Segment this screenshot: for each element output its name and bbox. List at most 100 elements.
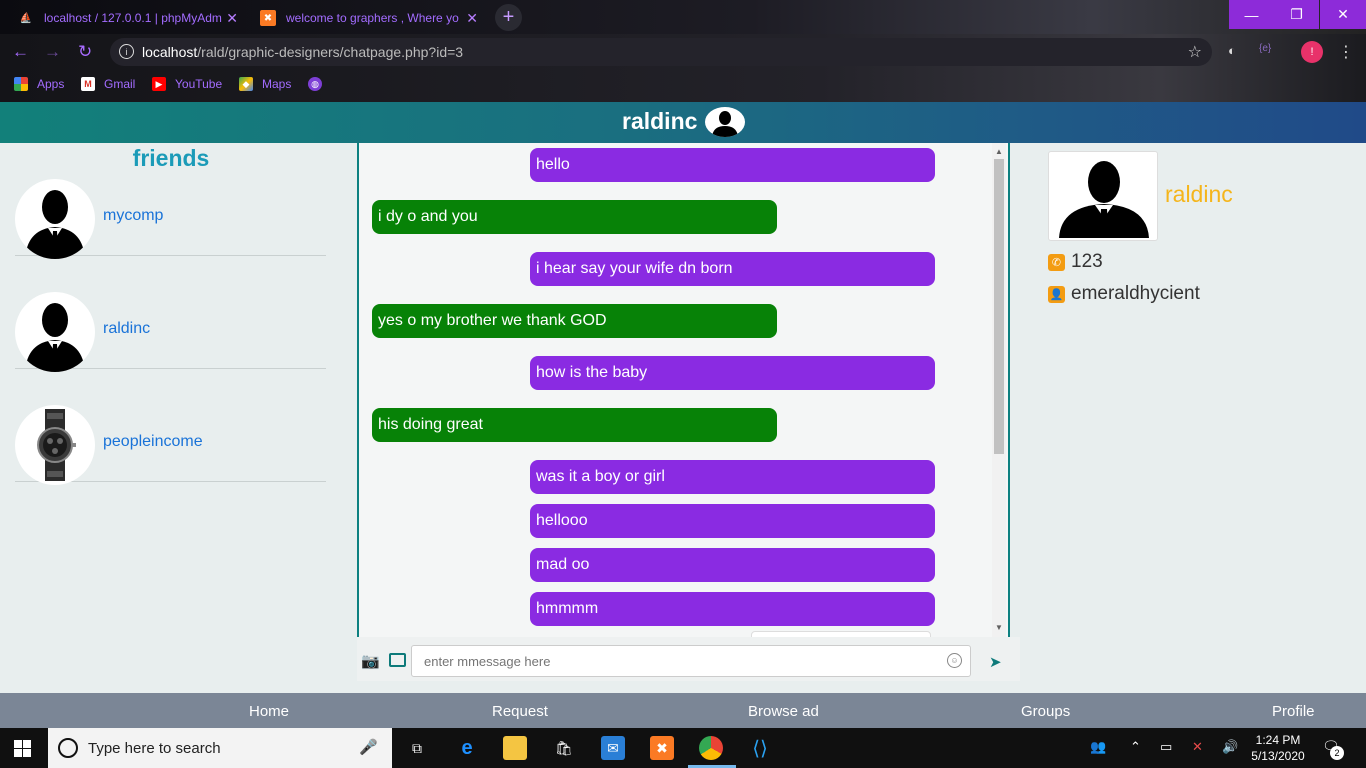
avatar xyxy=(1048,151,1158,241)
avatar xyxy=(15,179,95,259)
friend-name[interactable]: raldinc xyxy=(103,320,150,338)
image-icon[interactable] xyxy=(389,653,406,667)
wristwatch-image xyxy=(37,409,76,481)
network-icon[interactable]: ✕ xyxy=(1192,739,1203,755)
tab-title: localhost / 127.0.0.1 | phpMyAdm xyxy=(44,11,222,25)
action-center-icon[interactable]: 🗨 2 xyxy=(1322,738,1344,760)
xampp-icon: ✖ xyxy=(260,10,276,26)
new-tab-button[interactable]: + xyxy=(495,4,522,31)
taskbar-clock[interactable]: 1:24 PM 5/13/2020 xyxy=(1250,732,1306,764)
chat-scrollbar[interactable]: ▲ ▼ xyxy=(992,143,1006,637)
bookmark-globe[interactable]: ◍ xyxy=(308,77,331,91)
bookmark-youtube[interactable]: ▶ YouTube xyxy=(152,77,222,91)
phone-value: 123 xyxy=(1071,251,1103,272)
globe-icon: ◍ xyxy=(308,77,322,91)
message-sent: i hear say your wife dn born xyxy=(530,252,935,286)
bottom-nav: Home Request Browse ad Groups Profile xyxy=(0,693,1366,728)
phpmyadmin-icon: ⛵ xyxy=(19,12,33,24)
bookmark-apps[interactable]: Apps xyxy=(14,77,64,91)
close-tab-icon[interactable]: ✕ xyxy=(226,10,238,27)
scroll-up-icon[interactable]: ▲ xyxy=(995,147,1003,156)
back-arrow-icon[interactable]: ← xyxy=(12,42,29,62)
reload-icon[interactable]: ↻ xyxy=(78,42,92,62)
extension-icon[interactable]: {e} xyxy=(1259,43,1271,54)
message-sent: mad oo xyxy=(530,548,935,582)
avatar xyxy=(15,405,95,485)
notification-count: 2 xyxy=(1330,746,1344,760)
avatar xyxy=(15,292,95,372)
nav-profile[interactable]: Profile xyxy=(1272,703,1315,720)
forward-arrow-icon[interactable]: → xyxy=(44,42,61,62)
profile-avatar[interactable]: ! xyxy=(1301,41,1323,63)
windows-start-icon[interactable] xyxy=(14,740,31,757)
xampp-icon[interactable]: ✖ xyxy=(650,736,674,760)
bookmark-star-icon[interactable]: ☆ xyxy=(1188,42,1202,62)
people-icon[interactable]: 👥 xyxy=(1090,739,1106,755)
message-received: yes o my brother we thank GOD xyxy=(372,304,777,338)
message-sent: was it a boy or girl xyxy=(530,460,935,494)
minimize-button[interactable]: — xyxy=(1229,0,1274,29)
profile-name: raldinc xyxy=(1165,181,1233,207)
menu-kebab-icon[interactable]: ⋮ xyxy=(1338,42,1354,62)
nav-groups[interactable]: Groups xyxy=(1021,703,1070,720)
bookmark-label: Gmail xyxy=(104,77,136,91)
friend-item[interactable]: raldinc xyxy=(15,256,326,372)
vscode-icon[interactable]: ⟨⟩ xyxy=(748,736,772,760)
battery-icon[interactable]: ▭ xyxy=(1160,739,1172,755)
edge-icon[interactable]: e xyxy=(455,736,479,760)
nav-browse-ad[interactable]: Browse ad xyxy=(748,703,819,720)
chevron-up-icon[interactable]: ⌃ xyxy=(1130,739,1141,755)
extension-icon[interactable]: ◐ xyxy=(1228,43,1236,58)
friend-name[interactable]: peopleincome xyxy=(103,433,203,451)
friends-panel: friends mycomp raldinc peopleincome xyxy=(0,143,342,693)
bookmark-gmail[interactable]: M Gmail xyxy=(81,77,135,91)
emoji-icon[interactable]: ☺ xyxy=(947,653,962,668)
compose-bar: 📷 ☺ ➤ xyxy=(357,637,1020,681)
restore-button[interactable]: ❐ xyxy=(1274,0,1319,29)
person-silhouette-icon xyxy=(25,190,85,259)
browser-tab-bar: ⛵ localhost / 127.0.0.1 | phpMyAdm ✕ ✖ w… xyxy=(0,0,1366,34)
phone-icon: ✆ xyxy=(1048,253,1065,271)
tab-phpmyadmin[interactable]: ⛵ localhost / 127.0.0.1 | phpMyAdm ✕ xyxy=(8,4,244,32)
send-icon[interactable]: ➤ xyxy=(989,653,1002,671)
file-explorer-icon[interactable] xyxy=(503,736,527,760)
contact-icon: 👤 xyxy=(1048,285,1065,303)
clock-time: 1:24 PM xyxy=(1255,733,1301,747)
chat-window[interactable]: hello i dy o and you i hear say your wif… xyxy=(357,143,1010,637)
site-info-icon[interactable]: i xyxy=(119,44,134,59)
task-view-icon[interactable]: ⧉ xyxy=(405,736,429,760)
bookmarks-bar: Apps M Gmail ▶ YouTube ◆ Maps ◍ xyxy=(0,70,1366,102)
friend-item[interactable]: mycomp xyxy=(15,143,326,259)
mail-icon[interactable]: ✉ xyxy=(601,736,625,760)
scrollbar-thumb[interactable] xyxy=(994,159,1004,454)
chrome-icon[interactable] xyxy=(699,736,723,760)
person-silhouette-icon xyxy=(712,111,738,137)
bookmark-label: YouTube xyxy=(175,77,223,91)
scroll-down-icon[interactable]: ▼ xyxy=(995,623,1003,632)
bookmark-maps[interactable]: ◆ Maps xyxy=(239,77,291,91)
user-avatar[interactable] xyxy=(705,107,745,137)
url-bar[interactable]: i localhost/rald/graphic-designers/chatp… xyxy=(110,38,1212,66)
nav-home[interactable]: Home xyxy=(249,703,289,720)
url-path: /rald/graphic-designers/chatpage.php?id=… xyxy=(197,44,464,60)
taskbar-search[interactable]: Type here to search 🎤 xyxy=(48,728,392,768)
message-sent: hello xyxy=(530,148,935,182)
cortana-icon xyxy=(58,738,78,758)
volume-icon[interactable]: 🔊 xyxy=(1222,739,1238,755)
nav-request[interactable]: Request xyxy=(492,703,548,720)
tab-graphers[interactable]: ✖ welcome to graphers , Where yo ✕ xyxy=(250,4,484,32)
microphone-icon[interactable]: 🎤 xyxy=(359,738,378,756)
windows-taskbar: Type here to search 🎤 ⧉ e 🛍 ✉ ✖ ⟨⟩ 👥 ⌃ ▭… xyxy=(0,728,1366,768)
store-icon[interactable]: 🛍 xyxy=(552,736,576,760)
close-window-button[interactable]: ✕ xyxy=(1320,0,1366,29)
apps-grid-icon xyxy=(14,77,28,91)
username-value: emeraldhycient xyxy=(1071,283,1200,304)
close-tab-icon[interactable]: ✕ xyxy=(466,10,478,27)
friend-item[interactable]: peopleincome xyxy=(15,369,326,485)
message-input[interactable] xyxy=(411,645,971,677)
address-toolbar: ← → ↻ i localhost/rald/graphic-designers… xyxy=(0,34,1366,70)
message-received: i dy o and you xyxy=(372,200,777,234)
friend-name[interactable]: mycomp xyxy=(103,207,163,225)
page-title: raldinc xyxy=(622,108,698,134)
camera-icon[interactable]: 📷 xyxy=(361,652,380,670)
